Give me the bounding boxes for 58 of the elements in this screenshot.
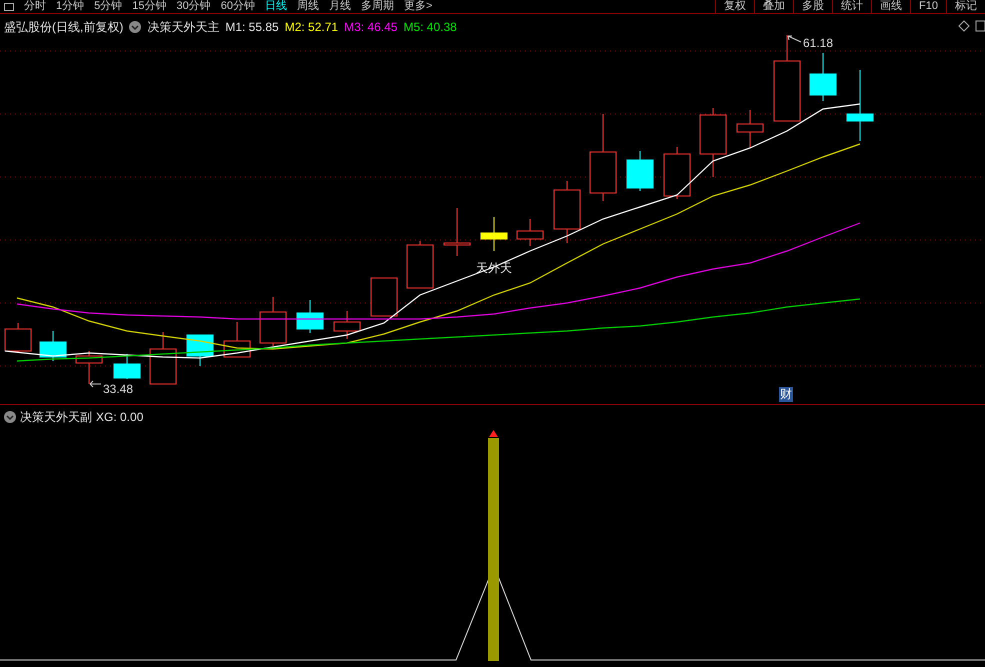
diamond-icon[interactable] bbox=[958, 20, 970, 32]
toolbar-button[interactable]: 叠加 bbox=[754, 0, 794, 13]
up-arrow-icon bbox=[489, 430, 498, 437]
candlestick bbox=[406, 240, 434, 288]
candlestick bbox=[444, 208, 470, 256]
toolbar-button[interactable]: 标记 bbox=[946, 0, 985, 13]
candlestick bbox=[554, 180, 580, 244]
candlestick bbox=[76, 350, 102, 384]
dropdown-icon[interactable] bbox=[129, 21, 142, 33]
moving-average-reading: M2: 52.71 bbox=[284, 19, 338, 36]
period-tab[interactable]: 更多> bbox=[404, 1, 432, 12]
period-tab[interactable]: 多周期 bbox=[361, 1, 394, 12]
candlestick bbox=[334, 310, 360, 340]
candlestick bbox=[700, 108, 726, 178]
candlestick bbox=[664, 146, 690, 200]
low-price-label: 33.48 bbox=[103, 381, 134, 398]
pointer-arrow-icon bbox=[788, 36, 802, 42]
high-price-label: 61.18 bbox=[803, 35, 834, 52]
period-tab[interactable]: 分时 bbox=[24, 1, 46, 12]
period-tab[interactable]: 1分钟 bbox=[56, 1, 84, 12]
indicator-name: 决策天外天主 bbox=[147, 19, 220, 36]
period-tab[interactable]: 15分钟 bbox=[132, 1, 166, 12]
candlestick bbox=[736, 110, 764, 148]
stock-title: 盛弘股份(日线,前复权) bbox=[4, 19, 124, 36]
indicator-name: 决策天外天副 bbox=[20, 409, 92, 426]
candlestick bbox=[186, 334, 214, 366]
candlestick bbox=[516, 218, 544, 246]
dropdown-icon[interactable] bbox=[4, 411, 16, 423]
moving-average-reading: M3: 46.45 bbox=[344, 19, 398, 36]
candlestick bbox=[296, 300, 324, 334]
candlestick bbox=[626, 150, 654, 192]
candlestick bbox=[4, 322, 32, 354]
toolbar-button[interactable]: 多股 bbox=[793, 0, 832, 13]
candlestick bbox=[114, 354, 140, 380]
period-tab[interactable]: 月线 bbox=[329, 1, 351, 12]
window-icon[interactable] bbox=[4, 2, 14, 10]
period-tab[interactable]: 周线 bbox=[297, 1, 319, 12]
candlestick bbox=[846, 70, 874, 142]
candlestick bbox=[224, 322, 250, 358]
event-badge[interactable]: 财 bbox=[779, 387, 793, 402]
moving-average-reading: M5: 40.38 bbox=[403, 19, 457, 36]
moving-average-reading: M1: 55.85 bbox=[225, 19, 279, 36]
toolbar-button[interactable]: 复权 bbox=[715, 0, 754, 13]
period-tab[interactable]: 5分钟 bbox=[94, 1, 122, 12]
toolbar-button[interactable]: 统计 bbox=[832, 0, 872, 13]
candlestick bbox=[260, 296, 286, 346]
candlestick bbox=[480, 216, 508, 252]
candlestick bbox=[810, 52, 836, 102]
period-tab[interactable]: 日线 bbox=[265, 1, 287, 12]
pointer-arrow-icon bbox=[90, 380, 102, 388]
toolbar-button[interactable]: 画线 bbox=[871, 0, 910, 13]
period-tab[interactable]: 60分钟 bbox=[220, 1, 255, 12]
toolbar-button[interactable]: F10 bbox=[910, 0, 946, 13]
candlestick bbox=[370, 278, 398, 316]
candlestick bbox=[40, 330, 66, 362]
period-tab[interactable]: 30分钟 bbox=[176, 1, 211, 12]
indicator-reading: XG: 0.00 bbox=[96, 409, 144, 426]
candlestick bbox=[150, 332, 176, 384]
